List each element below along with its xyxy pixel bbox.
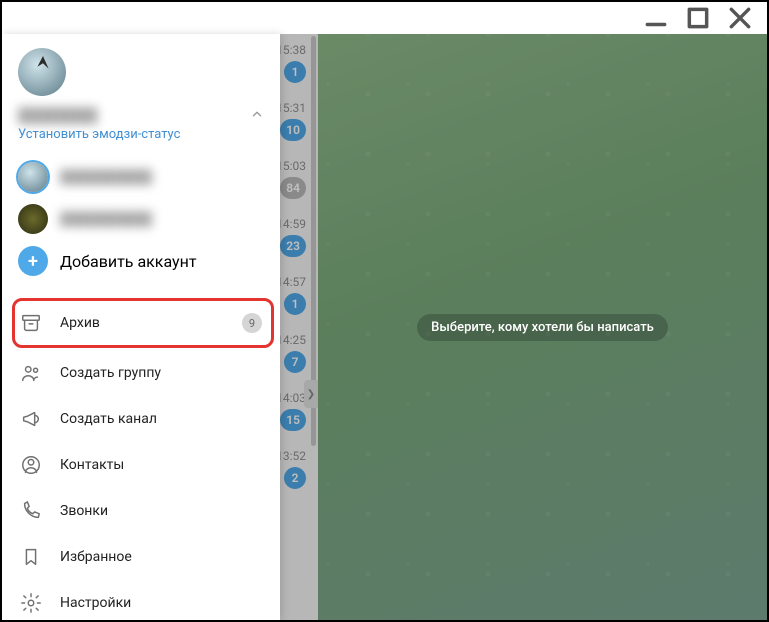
chat-time: 14:03	[276, 391, 306, 405]
menu-calls[interactable]: Звонки	[2, 488, 280, 534]
menu-contacts[interactable]: Контакты	[2, 442, 280, 488]
unread-badge: 15	[280, 409, 306, 431]
phone-icon	[20, 500, 42, 522]
contacts-icon	[20, 454, 42, 476]
titlebar	[2, 2, 767, 34]
plus-icon: +	[18, 246, 48, 276]
empty-message: Выберите, кому хотели бы написать	[417, 314, 668, 341]
chat-time: 15:31	[276, 101, 306, 115]
unread-badge: 2	[284, 467, 306, 489]
menu-label: Создать группу	[60, 365, 161, 381]
menu-label: Создать канал	[60, 411, 157, 427]
minimize-button[interactable]	[643, 5, 669, 31]
unread-badge: 23	[280, 235, 306, 257]
unread-badge: 7	[284, 351, 306, 373]
chat-time: 15:03	[276, 159, 306, 173]
account-item[interactable]: ██████████	[2, 198, 280, 240]
close-button[interactable]	[727, 5, 753, 31]
group-icon	[20, 362, 42, 384]
menu-label: Звонки	[60, 503, 108, 519]
username: ████████	[18, 107, 97, 124]
chat-time: 14:25	[276, 333, 306, 347]
avatar[interactable]	[18, 48, 66, 96]
account-avatar	[18, 204, 48, 234]
unread-badge: 10	[280, 119, 306, 141]
menu-archive[interactable]: Архив 9	[2, 296, 280, 350]
megaphone-icon	[20, 408, 42, 430]
menu-label: Контакты	[60, 457, 124, 473]
menu-label: Архив	[60, 315, 100, 331]
add-account-item[interactable]: + Добавить аккаунт	[2, 240, 280, 282]
unread-badge: 1	[284, 61, 306, 83]
menu-label: Избранное	[60, 549, 132, 565]
chat-time: 14:57	[276, 275, 306, 289]
app-window: 15:38 1 15:31 10 15:03 84 14:59 23 14:57 1 14:25 7 1…	[0, 0, 769, 622]
menu-label: Настройки	[60, 595, 131, 611]
maximize-button[interactable]	[685, 5, 711, 31]
bookmark-icon	[20, 546, 42, 568]
archive-icon	[20, 312, 42, 334]
main-menu: ████████ Установить эмодзи-статус ██████…	[2, 34, 280, 620]
menu-new-channel[interactable]: Создать канал	[2, 396, 280, 442]
account-item[interactable]: ██████████	[2, 156, 280, 198]
account-name: ██████████	[60, 169, 152, 185]
unread-badge: 84	[280, 177, 306, 199]
chat-time: 14:59	[276, 217, 306, 231]
highlight-annotation	[12, 298, 274, 348]
menu-saved[interactable]: Избранное	[2, 534, 280, 580]
gear-icon	[20, 592, 42, 614]
chat-time: 13:52	[276, 449, 306, 463]
chevron-up-icon[interactable]	[250, 106, 264, 125]
archive-count: 9	[242, 313, 262, 333]
empty-chat-area: Выберите, кому хотели бы написать	[318, 34, 767, 620]
expand-handle[interactable]: ❯	[304, 380, 318, 408]
add-account-label: Добавить аккаунт	[60, 252, 197, 271]
chat-time: 15:38	[276, 43, 306, 57]
account-name: ██████████	[60, 211, 152, 227]
menu-new-group[interactable]: Создать группу	[2, 350, 280, 396]
menu-settings[interactable]: Настройки	[2, 580, 280, 622]
unread-badge: 1	[284, 293, 306, 315]
accounts-section: ██████████ ██████████ + Добавить аккаунт	[2, 150, 280, 288]
account-avatar	[18, 162, 48, 192]
set-emoji-status-link[interactable]: Установить эмодзи-статус	[18, 127, 264, 142]
